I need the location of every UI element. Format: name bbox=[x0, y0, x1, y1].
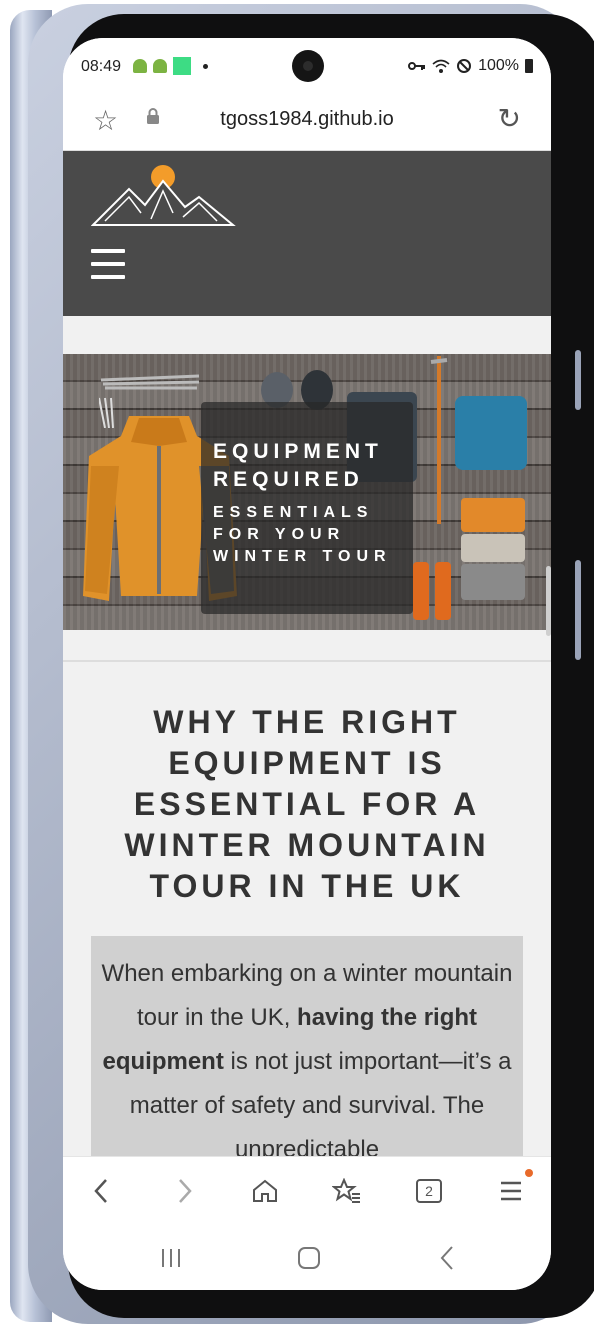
app-notification-icon bbox=[173, 57, 191, 75]
hero-text-overlay: EQUIPMENT REQUIRED ESSENTIALS FOR YOUR W… bbox=[201, 402, 413, 614]
bookmarks-button[interactable] bbox=[327, 1171, 367, 1211]
gaiters-image bbox=[413, 562, 451, 620]
recent-apps-icon bbox=[162, 1249, 180, 1267]
browser-address-bar[interactable]: ☆ tgoss1984.github.io ↻ bbox=[63, 96, 551, 151]
page-content: EQUIPMENT REQUIRED ESSENTIALS FOR YOUR W… bbox=[63, 316, 551, 1156]
chevron-right-icon bbox=[179, 1179, 192, 1203]
wifi-icon bbox=[432, 59, 450, 73]
tab-count: 2 bbox=[416, 1179, 442, 1203]
battery-icon bbox=[525, 59, 533, 73]
ice-axe-image bbox=[430, 356, 448, 524]
intro-text-box: When embarking on a winter mountain tour… bbox=[91, 936, 523, 1156]
intro-paragraph: When embarking on a winter mountain tour… bbox=[101, 960, 513, 1156]
folded-clothes-image bbox=[461, 498, 525, 600]
forward-button[interactable] bbox=[165, 1171, 205, 1211]
browser-bottom-toolbar: 2 bbox=[63, 1156, 551, 1227]
section-heading: WHY THE RIGHT EQUIPMENT IS ESSENTIAL FOR… bbox=[124, 704, 490, 904]
status-time: 08:49 bbox=[81, 58, 122, 75]
system-status-icons: 100% bbox=[408, 57, 533, 75]
menu-icon bbox=[501, 1181, 521, 1201]
browser-menu-button[interactable] bbox=[491, 1169, 533, 1211]
chevron-left-icon bbox=[94, 1179, 107, 1203]
reload-icon[interactable]: ↻ bbox=[498, 102, 521, 135]
volume-button bbox=[575, 350, 581, 410]
bookmarks-star-icon bbox=[332, 1178, 360, 1203]
power-button bbox=[575, 560, 581, 660]
url-text[interactable]: tgoss1984.github.io bbox=[63, 108, 551, 131]
menu-hamburger-icon[interactable] bbox=[91, 249, 125, 283]
hero-title: EQUIPMENT REQUIRED bbox=[213, 440, 383, 491]
hero-subtitle: ESSENTIALS FOR YOUR WINTER TOUR bbox=[213, 504, 392, 565]
hero-banner: EQUIPMENT REQUIRED ESSENTIALS FOR YOUR W… bbox=[63, 354, 551, 630]
section-divider bbox=[63, 660, 551, 662]
front-camera bbox=[292, 50, 324, 82]
back-chevron-icon bbox=[440, 1246, 453, 1270]
home-button[interactable] bbox=[245, 1171, 285, 1211]
system-home-button[interactable] bbox=[289, 1240, 329, 1276]
recent-apps-button[interactable] bbox=[151, 1240, 191, 1276]
update-notification-dot bbox=[525, 1169, 533, 1177]
status-bar: 08:49 100% bbox=[63, 38, 551, 96]
page-scrollbar[interactable] bbox=[546, 566, 551, 636]
key-icon bbox=[408, 62, 426, 70]
battery-percentage: 100% bbox=[478, 57, 519, 74]
do-not-disturb-icon bbox=[457, 59, 472, 73]
more-notifications-dot-icon bbox=[203, 63, 208, 69]
home-icon bbox=[253, 1179, 277, 1202]
tabs-button[interactable]: 2 bbox=[409, 1171, 449, 1211]
trekking-poles-image bbox=[99, 374, 200, 428]
home-circle-icon bbox=[298, 1247, 320, 1269]
android-icon bbox=[153, 59, 167, 73]
mountain-logo[interactable] bbox=[91, 163, 236, 229]
back-button[interactable] bbox=[81, 1171, 121, 1211]
system-back-button[interactable] bbox=[427, 1240, 467, 1276]
system-navigation-bar bbox=[63, 1226, 551, 1290]
notification-icons bbox=[133, 57, 208, 75]
blue-bag-image bbox=[455, 396, 527, 470]
android-icon bbox=[133, 59, 147, 73]
site-header bbox=[63, 151, 551, 316]
phone-screen: 08:49 100% ☆ tgoss1984.github.io ↻ EQUIP… bbox=[63, 38, 551, 1290]
